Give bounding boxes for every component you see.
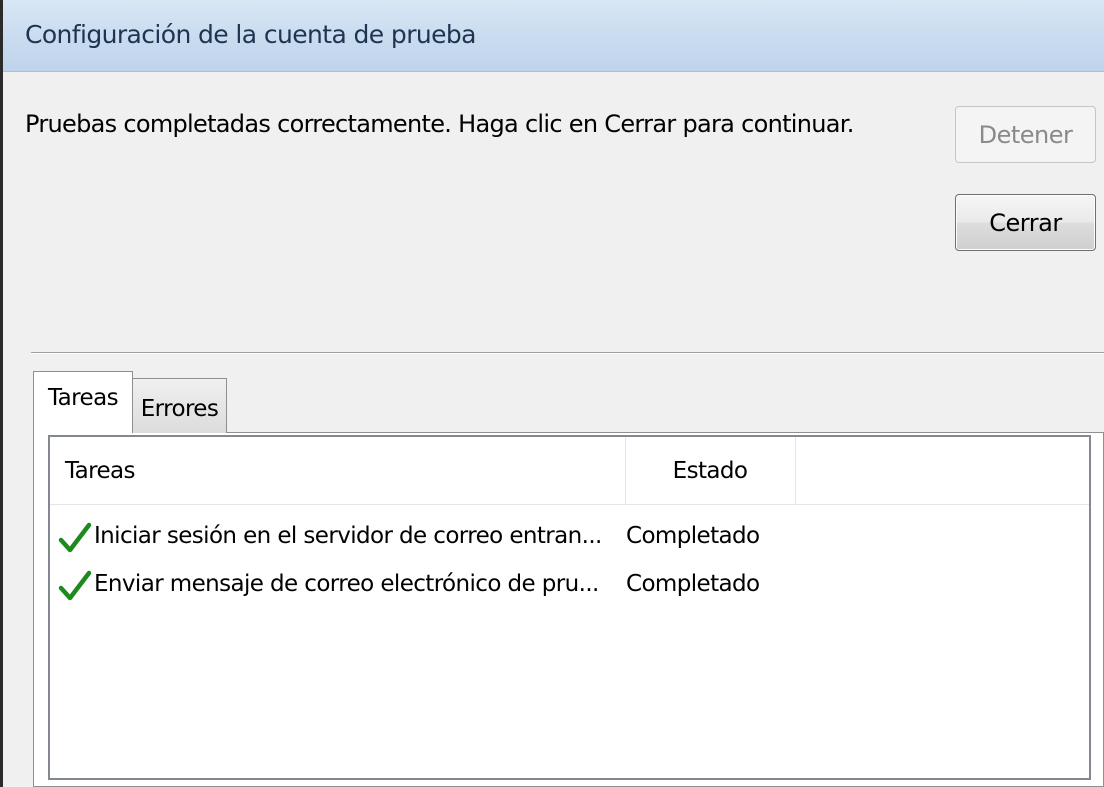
test-account-settings-dialog: Configuración de la cuenta de prueba Pru… [0,0,1104,787]
window-title: Configuración de la cuenta de prueba [25,20,476,49]
status-message: Pruebas completadas correctamente. Haga … [25,110,854,138]
task-list[interactable]: Tareas Estado Iniciar sesión en el servi… [48,435,1091,780]
task-name: Enviar mensaje de correo electrónico de … [94,571,599,597]
task-status: Completado [626,523,760,549]
column-header-tareas[interactable]: Tareas [65,437,625,505]
list-item[interactable]: Iniciar sesión en el servidor de correo … [50,517,1089,565]
task-status: Completado [626,571,760,597]
task-name: Iniciar sesión en el servidor de correo … [94,523,602,549]
column-header-estado[interactable]: Estado [625,437,795,505]
tab-tareas[interactable]: Tareas [33,371,133,433]
tab-panel: Tareas Estado Iniciar sesión en el servi… [33,432,1104,787]
list-header: Tareas Estado [50,437,1089,505]
title-bar[interactable]: Configuración de la cuenta de prueba [3,0,1104,72]
check-icon [58,570,92,601]
close-button[interactable]: Cerrar [955,194,1096,251]
list-item[interactable]: Enviar mensaje de correo electrónico de … [50,565,1089,613]
check-icon [58,522,92,553]
column-divider[interactable] [795,437,796,505]
tab-errores[interactable]: Errores [132,378,227,433]
stop-button[interactable]: Detener [955,106,1096,163]
separator [31,352,1104,354]
